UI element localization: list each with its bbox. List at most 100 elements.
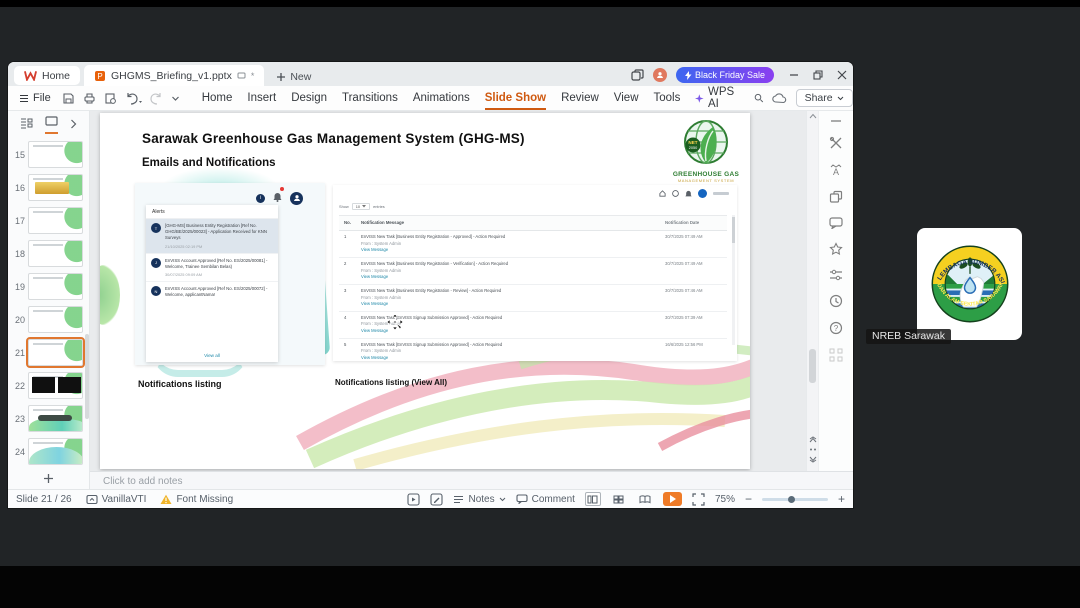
slide-thumbnail[interactable] (28, 240, 83, 267)
thumbnail-row-24[interactable]: 24 (8, 435, 89, 467)
slide-thumbnail[interactable] (28, 174, 83, 201)
help-icon[interactable]: ? (829, 321, 843, 335)
restore-button[interactable] (813, 70, 823, 80)
zoom-out-button[interactable]: − (745, 492, 752, 506)
zoom-slider-thumb[interactable] (787, 495, 795, 503)
collapse-panel-icon[interactable] (70, 119, 77, 129)
black-friday-sale-button[interactable]: Black Friday Sale (675, 67, 774, 83)
quick-tools-icon[interactable] (829, 136, 843, 150)
tab-preview-icon[interactable] (237, 71, 246, 80)
menu-home[interactable]: Home (202, 92, 233, 104)
side-by-side-icon[interactable] (631, 68, 644, 82)
view-message-link[interactable]: View Message (361, 301, 388, 306)
menu-slide-show[interactable]: Slide Show (484, 92, 547, 110)
print-icon[interactable] (83, 92, 96, 105)
entries-select[interactable]: 10 (351, 203, 371, 210)
thumbnail-row-22[interactable]: 22 (8, 369, 89, 402)
comment-button[interactable]: Comment (516, 494, 575, 505)
thumbnail-row-18[interactable]: 18 (8, 237, 89, 270)
thumbnail-row-17[interactable]: 17 (8, 204, 89, 237)
hide-pane-icon[interactable] (830, 119, 842, 123)
view-all-link[interactable]: View all (146, 349, 278, 362)
search-icon[interactable] (754, 92, 764, 104)
slide-21[interactable]: Sarawak Greenhouse Gas Management System… (100, 113, 750, 469)
view-message-link[interactable]: View Message (361, 355, 388, 360)
scrollbar-thumb[interactable] (809, 349, 816, 383)
new-tab-button[interactable]: New (276, 71, 311, 83)
slide-navigator-button[interactable] (809, 447, 817, 452)
zoom-slider[interactable] (761, 495, 828, 503)
thumbnail-row-23[interactable]: 23 (8, 402, 89, 435)
menu-review[interactable]: Review (561, 92, 599, 104)
play-from-current-icon[interactable] (407, 492, 421, 506)
styles-icon[interactable]: A (829, 163, 843, 177)
save-icon[interactable] (62, 92, 75, 105)
zoom-in-button[interactable]: + (838, 492, 845, 506)
redo-button[interactable] (150, 92, 163, 105)
slide-thumbnail[interactable] (28, 273, 83, 300)
slide-thumbnail[interactable] (28, 372, 83, 399)
apps-grid-icon[interactable] (829, 348, 843, 362)
thumbnail-row-20[interactable]: 20 (8, 303, 89, 336)
slide-thumbnail[interactable] (28, 141, 83, 168)
menu-tools[interactable]: Tools (654, 92, 681, 104)
menu-wps-ai[interactable]: WPS AI (695, 86, 739, 110)
slide-thumbnail[interactable] (28, 405, 83, 432)
print-preview-icon[interactable] (104, 92, 117, 105)
slide-thumbnail[interactable] (28, 207, 83, 234)
normal-view-button[interactable] (584, 492, 601, 506)
menu-transitions[interactable]: Transitions (342, 92, 398, 104)
favorites-icon[interactable] (828, 242, 843, 256)
alert-item[interactable]: J EnVISS Account Approved [Ref No. ES/20… (146, 254, 278, 283)
canvas-scrollbar[interactable] (806, 111, 818, 471)
slideshow-play-button[interactable] (662, 492, 682, 506)
slide-thumbnail[interactable] (28, 438, 83, 465)
thumbnail-row-16[interactable]: 16 (8, 171, 89, 204)
minimize-button[interactable] (789, 70, 799, 80)
view-message-link[interactable]: View Message (361, 274, 388, 279)
panel-scrollbar[interactable] (85, 334, 89, 419)
thumbnail-row-21[interactable]: 21 (8, 336, 89, 369)
add-slide-button[interactable] (8, 467, 89, 489)
cloud-sync-icon[interactable] (771, 92, 787, 104)
menu-design[interactable]: Design (291, 92, 327, 104)
history-icon[interactable] (829, 294, 843, 308)
close-button[interactable] (837, 70, 847, 80)
slide-thumbnail[interactable] (28, 306, 83, 333)
home-tab[interactable]: Home (14, 66, 81, 85)
file-menu-button[interactable]: File (16, 92, 54, 104)
notes-toggle[interactable]: Notes (453, 494, 505, 505)
document-tab[interactable]: P GHGMS_Briefing_v1.pptx * (84, 65, 265, 86)
alert-item[interactable]: T [GHG-MS] Business Entity Registration … (146, 219, 278, 254)
view-message-link[interactable]: View Message (361, 328, 388, 333)
previous-slide-button[interactable] (809, 436, 817, 443)
menu-animations[interactable]: Animations (413, 92, 470, 104)
user-avatar[interactable] (652, 68, 667, 82)
notes-pane[interactable]: Click to add notes (90, 471, 853, 490)
thumbnail-row-15[interactable]: 15 (8, 138, 89, 171)
fit-screen-icon[interactable] (692, 492, 705, 506)
customize-qat-icon[interactable] (171, 94, 180, 103)
reading-view-button[interactable] (637, 492, 653, 506)
outline-view-icon[interactable] (20, 118, 33, 129)
thumbnail-row-19[interactable]: 19 (8, 270, 89, 303)
slide-sorter-button[interactable] (611, 492, 627, 506)
font-missing-warning[interactable]: Font Missing (160, 494, 233, 505)
alert-item[interactable]: N EnVISS Account Approved [Ref No. ES/20… (146, 282, 278, 302)
view-message-link[interactable]: View Message (361, 247, 388, 252)
theme-indicator[interactable]: VanillaVTI (86, 494, 146, 505)
scroll-up-icon[interactable] (809, 113, 817, 119)
slide-thumbnail-selected[interactable] (26, 337, 85, 368)
zoom-percentage[interactable]: 75% (715, 494, 735, 505)
pen-tools-icon[interactable] (430, 492, 444, 506)
menu-insert[interactable]: Insert (247, 92, 276, 104)
slide-view-toggle[interactable] (45, 113, 58, 134)
slide-canvas-area[interactable]: Sarawak Greenhouse Gas Management System… (90, 111, 806, 471)
share-button[interactable]: Share (795, 89, 853, 107)
undo-button[interactable] (125, 92, 142, 105)
comment-pane-icon[interactable] (828, 217, 843, 229)
menu-view[interactable]: View (614, 92, 639, 104)
shapes-icon[interactable] (829, 190, 843, 204)
properties-icon[interactable] (829, 269, 843, 281)
next-slide-button[interactable] (809, 456, 817, 463)
